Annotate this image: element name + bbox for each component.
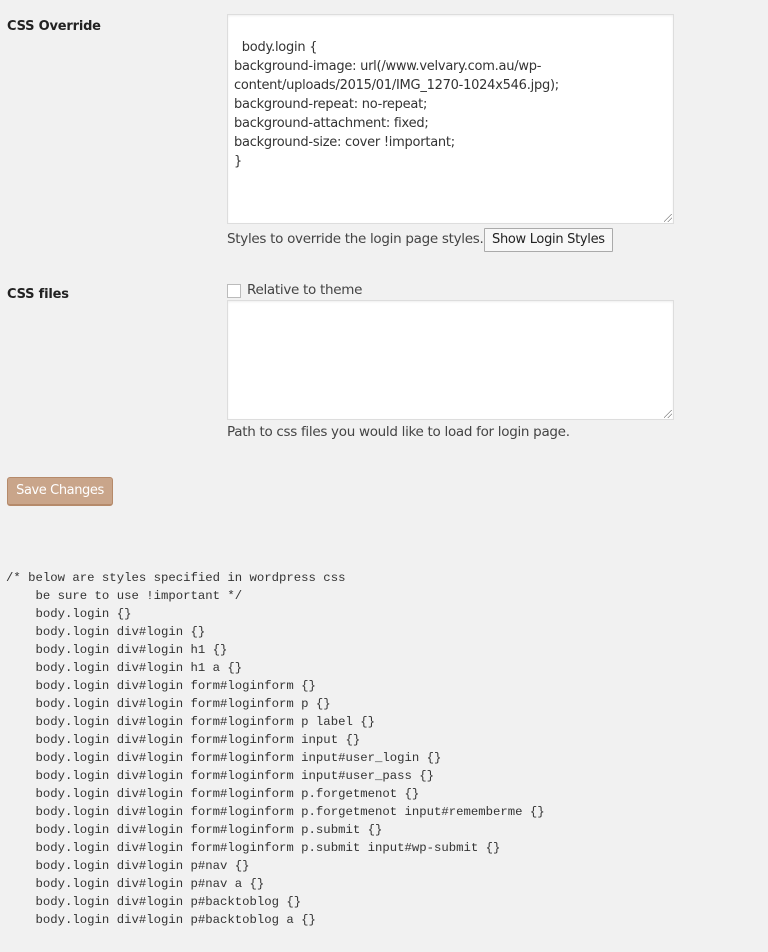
css-override-text: body.login { background-image: url(/www.… [234, 40, 559, 169]
css-files-label: CSS files [7, 287, 69, 302]
resize-handle-icon[interactable] [664, 410, 672, 418]
relative-to-theme-checkbox[interactable] [227, 284, 241, 298]
login-styles-reference: /* below are styles specified in wordpre… [6, 571, 545, 927]
resize-handle-icon[interactable] [664, 214, 672, 222]
relative-to-theme-label[interactable]: Relative to theme [247, 282, 362, 298]
css-override-description: Styles to override the login page styles… [227, 231, 484, 247]
css-override-label: CSS Override [7, 19, 101, 34]
show-login-styles-button[interactable]: Show Login Styles [484, 228, 613, 252]
css-files-textarea[interactable] [227, 300, 674, 420]
css-files-description: Path to css files you would like to load… [227, 424, 570, 440]
save-changes-button[interactable]: Save Changes [7, 477, 113, 506]
css-override-textarea[interactable]: body.login { background-image: url(/www.… [227, 14, 674, 224]
